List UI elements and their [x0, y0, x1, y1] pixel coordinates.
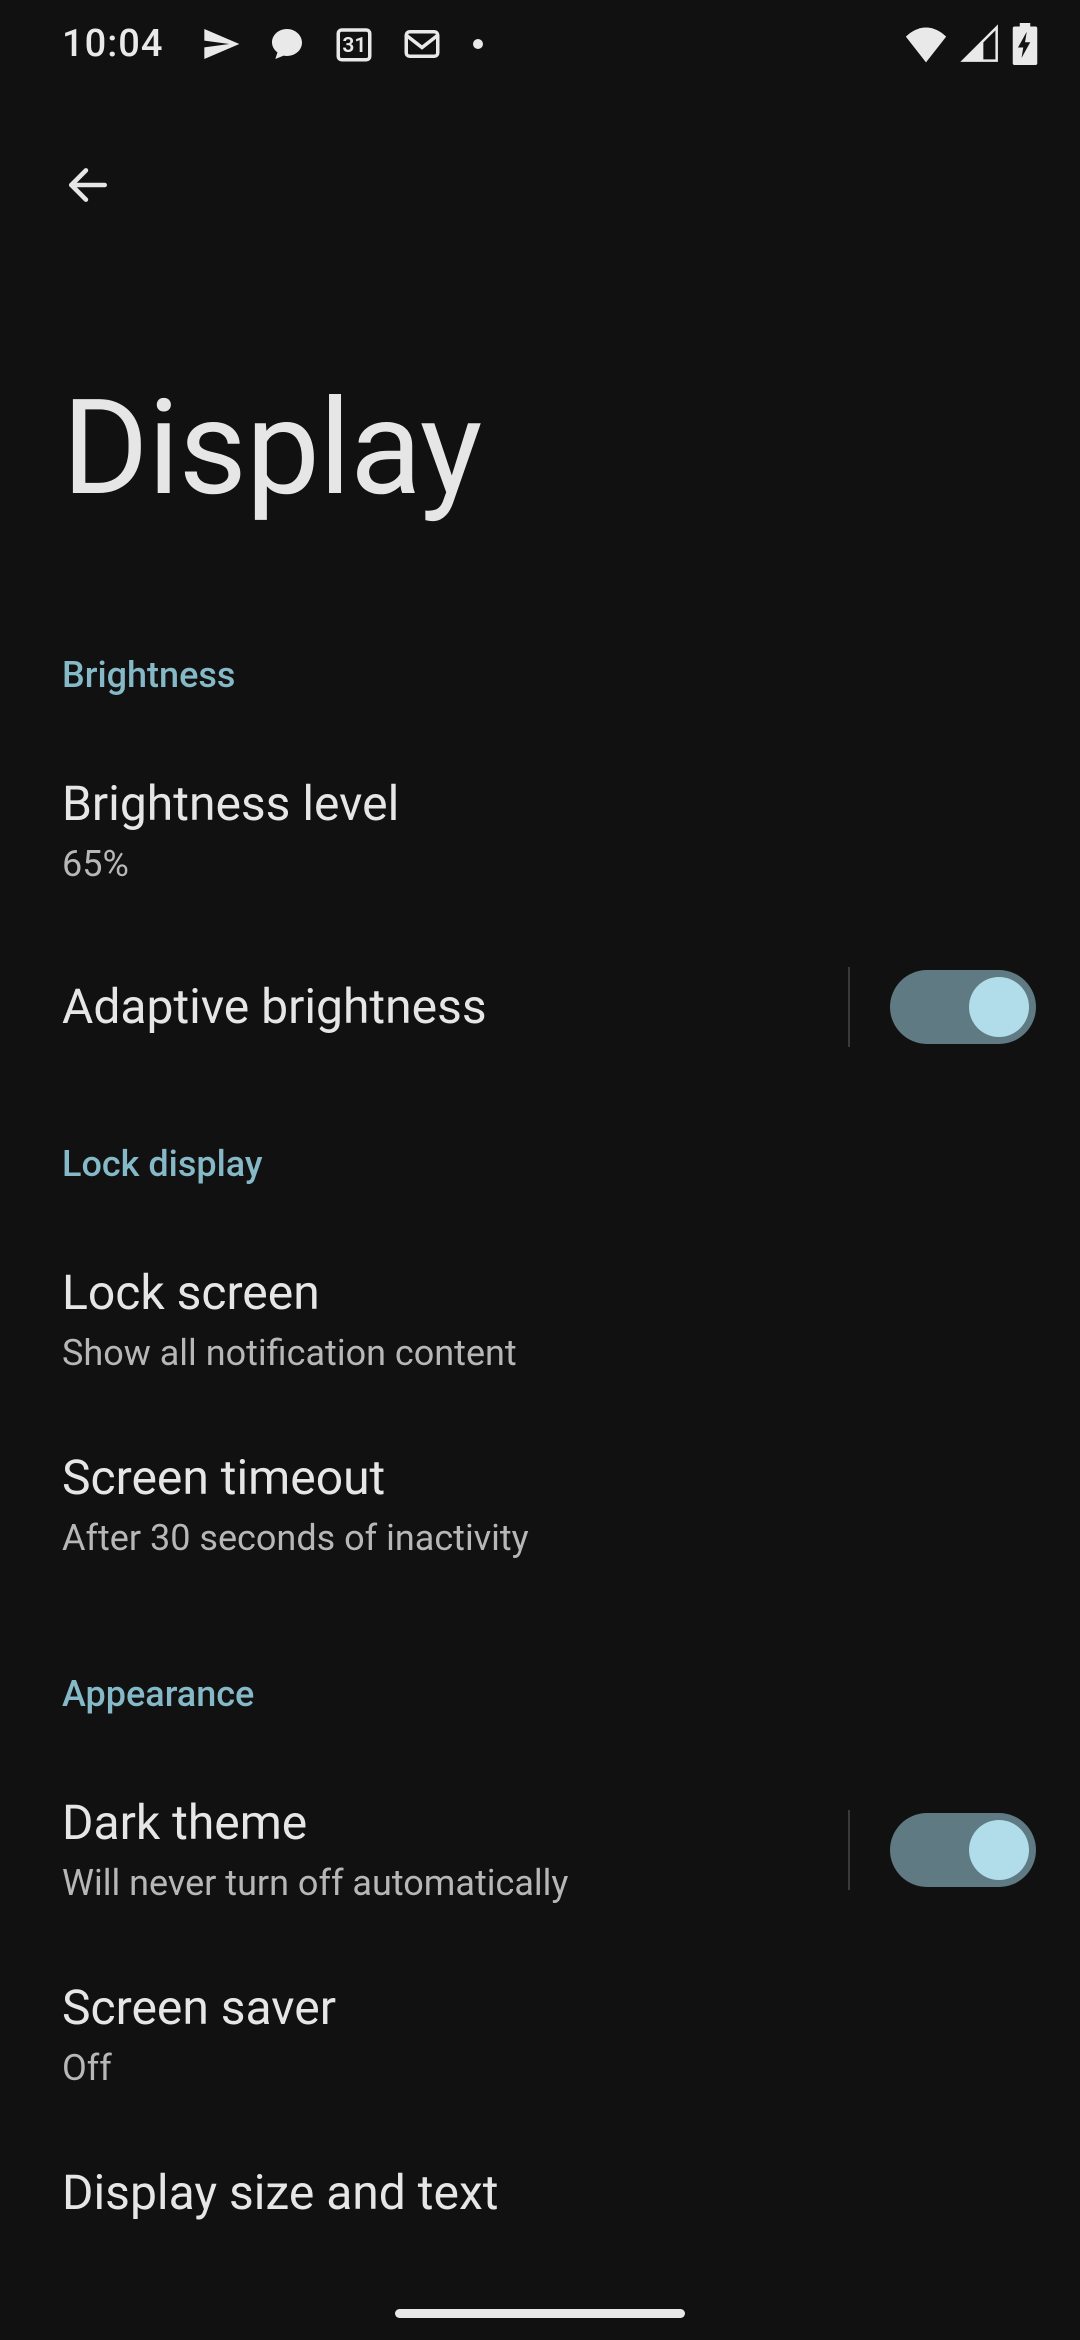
switch-divider — [848, 1810, 850, 1890]
status-right — [904, 23, 1038, 65]
section-header-appearance: Appearance — [0, 1653, 1080, 1757]
wifi-icon — [904, 24, 948, 64]
section-header-brightness: Brightness — [0, 634, 1080, 738]
more-notifications-dot-icon — [473, 39, 483, 49]
lock-screen-title: Lock screen — [62, 1263, 1036, 1323]
switch-divider — [848, 967, 850, 1047]
lock-screen-item[interactable]: Lock screen Show all notification conten… — [0, 1227, 1080, 1412]
display-size-text: Display size and text — [62, 2163, 1036, 2223]
dark-theme-title: Dark theme — [62, 1793, 828, 1853]
switch-thumb — [969, 977, 1029, 1037]
calendar-icon: 31 — [333, 23, 375, 65]
adaptive-brightness-switch[interactable] — [890, 970, 1036, 1044]
gesture-nav-bar[interactable] — [395, 2309, 685, 2318]
screen-saver-title: Screen saver — [62, 1978, 1036, 2038]
page-title: Display — [0, 222, 1080, 526]
status-bar: 10:04 31 — [0, 0, 1080, 88]
screen-saver-item[interactable]: Screen saver Off — [0, 1942, 1080, 2127]
app-bar — [0, 88, 1080, 222]
display-size-and-text-item[interactable]: Display size and text — [0, 2127, 1080, 2259]
telegram-icon — [201, 24, 241, 64]
adaptive-brightness-title: Adaptive brightness — [62, 977, 828, 1037]
brightness-level-title: Brightness level — [62, 774, 1036, 834]
status-clock: 10:04 — [62, 22, 163, 66]
dark-theme-text: Dark theme Will never turn off automatic… — [62, 1793, 828, 1906]
arrow-back-icon — [63, 160, 113, 213]
calendar-day-label: 31 — [333, 34, 375, 58]
dark-theme-item[interactable]: Dark theme Will never turn off automatic… — [0, 1757, 1080, 1942]
lock-screen-text: Lock screen Show all notification conten… — [62, 1263, 1036, 1376]
section-header-lock-display: Lock display — [0, 1123, 1080, 1227]
battery-charging-icon — [1012, 23, 1038, 65]
display-size-title: Display size and text — [62, 2163, 1036, 2223]
dark-theme-value: Will never turn off automatically — [62, 1861, 828, 1906]
switch-thumb — [969, 1820, 1029, 1880]
screen-timeout-value: After 30 seconds of inactivity — [62, 1516, 1036, 1561]
brightness-level-item[interactable]: Brightness level 65% — [0, 738, 1080, 923]
adaptive-brightness-text: Adaptive brightness — [62, 977, 828, 1037]
cell-signal-icon — [960, 24, 1000, 64]
lock-screen-value: Show all notification content — [62, 1331, 1036, 1376]
settings-list: Brightness Brightness level 65% Adaptive… — [0, 526, 1080, 2259]
adaptive-brightness-switch-zone — [828, 959, 1036, 1055]
dark-theme-switch-zone — [828, 1802, 1036, 1898]
screen-saver-text: Screen saver Off — [62, 1978, 1036, 2091]
back-button[interactable] — [52, 150, 124, 222]
screen-saver-value: Off — [62, 2046, 1036, 2091]
screen-timeout-text: Screen timeout After 30 seconds of inact… — [62, 1448, 1036, 1561]
screen-timeout-title: Screen timeout — [62, 1448, 1036, 1508]
adaptive-brightness-item[interactable]: Adaptive brightness — [0, 923, 1080, 1091]
status-left: 10:04 31 — [62, 22, 483, 66]
dark-theme-switch[interactable] — [890, 1813, 1036, 1887]
gmail-icon — [401, 23, 443, 65]
chat-bubble-icon — [267, 24, 307, 64]
brightness-level-text: Brightness level 65% — [62, 774, 1036, 887]
brightness-level-value: 65% — [62, 842, 1036, 887]
screen-timeout-item[interactable]: Screen timeout After 30 seconds of inact… — [0, 1412, 1080, 1597]
